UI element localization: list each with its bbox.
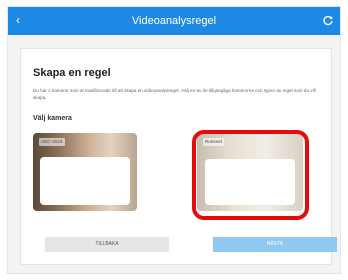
camera-label: ADC-V515 [39, 138, 65, 146]
page-title: Videoanalysregel [131, 15, 217, 27]
section-heading: Skapa en regel [33, 67, 111, 79]
app-window: ‹ Videoanalysregel Skapa en regel Du har… [8, 7, 340, 273]
camera-preview-overlay [40, 157, 130, 205]
selection-highlight [192, 130, 309, 220]
top-bar: ‹ Videoanalysregel [8, 7, 340, 35]
camera-subheading: Välj kamera [33, 115, 72, 122]
camera-card-adc-v515[interactable]: ADC-V515 [33, 133, 137, 211]
section-description: Du har 2 kameror som är kvalificerade ti… [33, 88, 316, 100]
rule-panel: Skapa en regel Du har 2 kameror som är k… [20, 48, 337, 265]
refresh-icon[interactable] [322, 14, 334, 26]
next-button[interactable]: NÄSTA [213, 237, 337, 252]
back-button[interactable]: TILLBAKA [45, 237, 169, 252]
